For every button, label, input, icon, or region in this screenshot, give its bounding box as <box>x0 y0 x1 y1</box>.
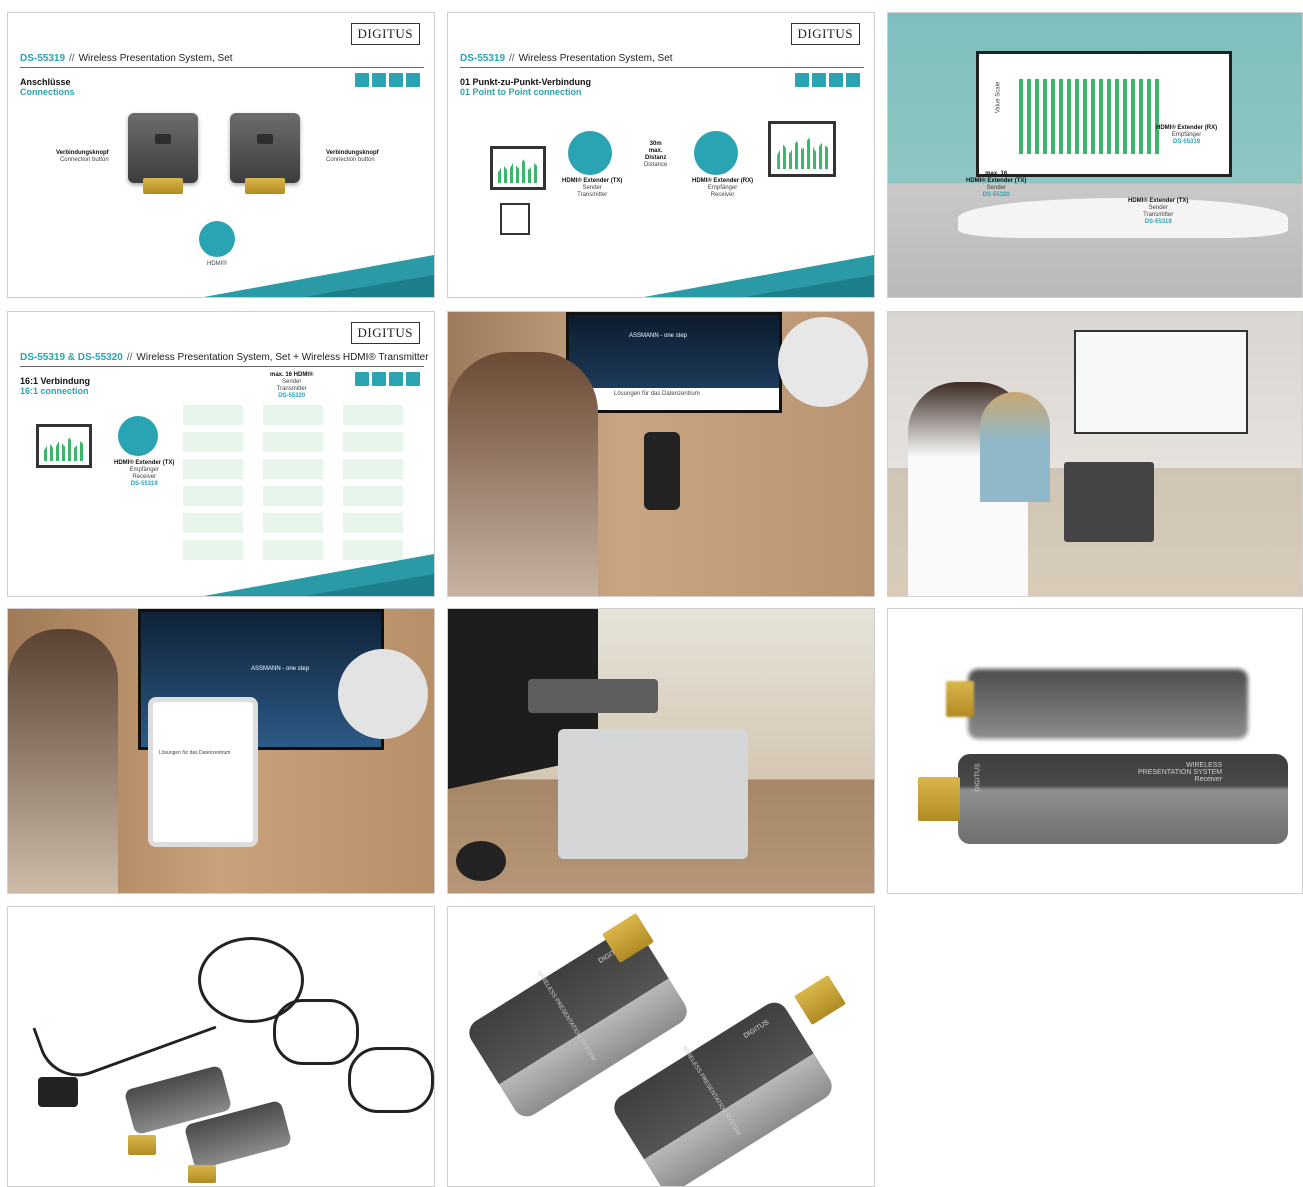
hdmi-plug-icon <box>245 178 285 194</box>
sender-circle <box>568 131 612 175</box>
digitus-logo: DIGITUS <box>350 322 420 344</box>
tablet-icon <box>500 203 530 235</box>
mouse <box>456 841 506 881</box>
wall-display: Value Scale <box>976 51 1232 177</box>
display-icon <box>36 424 92 468</box>
gallery-thumbnail-point-to-point[interactable]: DIGITUS DS-55319//Wireless Presentation … <box>447 12 875 298</box>
sender-label: HDMI® Extender (TX) Sender Transmitter <box>562 178 623 198</box>
receiver-circle <box>694 131 738 175</box>
hdmi-adapter-1 <box>273 999 359 1065</box>
dongle-zoom-circle <box>338 649 428 739</box>
laptop-icon <box>490 146 546 190</box>
tv-screen: ASSMANN - one step Lösungen für das Date… <box>566 312 782 413</box>
gallery-thumbnail-package-contents[interactable] <box>7 906 435 1187</box>
right-connection-label: Verbindungsknopf Connection button <box>326 150 379 163</box>
feature-badges <box>355 73 420 87</box>
left-connection-label: Verbindungsknopf Connection button <box>56 150 109 163</box>
rx-callout: HDMI® Extender (RX) Empfänger DS-55319 <box>1156 125 1218 145</box>
person-woman <box>980 392 1050 502</box>
slide-heading: 16:1 Verbindung 16:1 connection <box>20 376 91 396</box>
dongle-front: DIGITUS WIRELESS PRESENTATION SYSTEM Recei… <box>958 754 1288 844</box>
slide-heading: Anschlüsse Connections <box>20 77 75 97</box>
tx-callout: HDMI® Extender (TX) Sender Transmitter DS-5… <box>1128 198 1189 225</box>
person-silhouette <box>8 629 118 893</box>
hdmi-plug-icon <box>946 681 974 717</box>
laptop <box>1064 462 1154 542</box>
gallery-thumbnail-meeting-room[interactable]: Value Scale HDMI® Extender (RX) Empfänger… <box>887 12 1303 298</box>
person-silhouette <box>448 352 598 596</box>
receiver-label: HDMI® Extender (TX) Empfänger Receiver DS-5… <box>114 460 175 487</box>
gallery-thumbnail-docking-station[interactable] <box>447 608 875 894</box>
slide-title: DS-55319//Wireless Presentation System, … <box>460 53 673 64</box>
feature-badges <box>355 372 420 386</box>
hdmi-connector-circle <box>199 221 235 257</box>
hdmi-plug-icon <box>918 777 960 821</box>
gallery-thumbnail-smartphone-usage[interactable]: ASSMANN - one step Lösungen für das Date… <box>447 311 875 597</box>
power-adapter <box>38 1077 78 1107</box>
max-transmitters-label: max. 16 HDMI® Sender Transmitter DS-55320 <box>270 372 314 399</box>
dongle-back <box>968 669 1248 739</box>
hdmi-adapter-2 <box>348 1047 434 1113</box>
digitus-logo: DIGITUS <box>790 23 860 45</box>
laptop <box>558 729 748 859</box>
conference-table <box>958 198 1288 238</box>
feature-badges <box>795 73 860 87</box>
slide-title: DS-55319//Wireless Presentation System, … <box>20 53 233 64</box>
tx-max-callout: max. 16 HDMI® Extender (TX) Sender DS-55320 <box>966 171 1027 198</box>
transmitter-dongle <box>128 113 198 183</box>
slide-title: DS-55319 & DS-55320//Wireless Presentati… <box>20 352 429 363</box>
gallery-thumbnail-product-closeup[interactable]: DIGITUS WIRELESS PRESENTATION SYSTEM Recei… <box>887 608 1303 894</box>
gallery-thumbnail-connections[interactable]: DIGITUS DS-55319//Wireless Presentation … <box>7 12 435 298</box>
smartphone <box>644 432 680 510</box>
dongle-zoom-circle <box>778 317 868 407</box>
hdmi-plug-icon <box>128 1135 156 1155</box>
hdmi-plug-icon <box>143 178 183 194</box>
receiver-circle <box>118 416 158 456</box>
dongle-in-port <box>528 679 658 713</box>
monitor-icon <box>768 121 836 177</box>
slide-heading: 01 Punkt-zu-Punkt-Verbindung 01 Point to … <box>460 77 592 97</box>
gallery-thumbnail-two-dongles[interactable]: WIRELESS PRESENTATION SYSTEM DIGITUS WIR… <box>447 906 875 1187</box>
receiver-label: HDMI® Extender (RX) Empfänger Receiver <box>692 178 754 198</box>
distance-label: 30m max. Distanz Distance <box>644 141 668 168</box>
transmitter-grid <box>183 400 408 560</box>
receiver-dongle <box>230 113 300 183</box>
hdmi-plug-icon <box>188 1165 216 1183</box>
digitus-logo: DIGITUS <box>350 23 420 45</box>
wall-display <box>1074 330 1248 434</box>
gallery-thumbnail-16-to-1[interactable]: DIGITUS DS-55319 & DS-55320//Wireless Pr… <box>7 311 435 597</box>
title-rule <box>20 67 424 68</box>
tablet: Lösungen für das Datenzentrum <box>148 697 258 847</box>
gallery-thumbnail-office-laptop[interactable] <box>887 311 1303 597</box>
gallery-thumbnail-tablet-usage[interactable]: ASSMANN - one step Lösungen für das Date… <box>7 608 435 894</box>
